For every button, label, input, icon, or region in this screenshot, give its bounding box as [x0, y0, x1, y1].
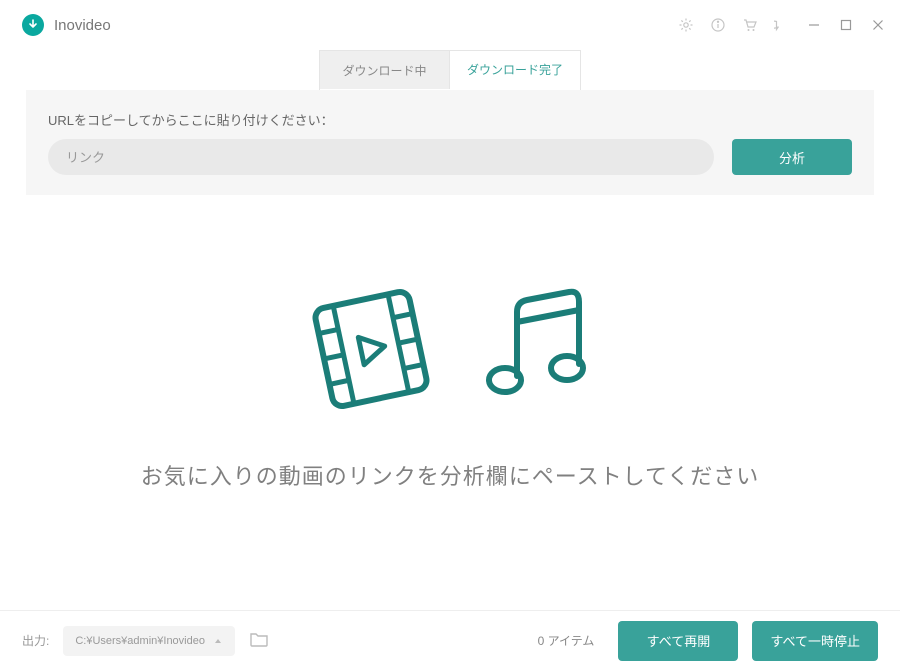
output-path-selector[interactable]: C:¥Users¥admin¥Inovideo: [63, 626, 235, 656]
resume-all-button[interactable]: すべて再開: [618, 621, 738, 661]
url-panel: URLをコピーしてからここに貼り付けください： 分析: [26, 90, 874, 195]
tab-completed[interactable]: ダウンロード完了: [450, 51, 580, 89]
minimize-button[interactable]: [806, 17, 822, 33]
cart-icon[interactable]: [742, 17, 758, 33]
item-count: 0 アイテム: [538, 632, 595, 649]
music-note-icon: [469, 284, 599, 414]
pause-all-button[interactable]: すべて一時停止: [752, 621, 878, 661]
chat-icon[interactable]: [774, 17, 790, 33]
app-title: Inovideo: [54, 17, 111, 34]
close-button[interactable]: [870, 17, 886, 33]
gear-icon[interactable]: [678, 17, 694, 33]
empty-message: お気に入りの動画のリンクを分析欄にペーストしてください: [141, 459, 760, 491]
app-logo: [22, 14, 44, 36]
caret-up-icon: [213, 636, 223, 646]
url-label: URLをコピーしてからここに貼り付けください：: [48, 110, 852, 129]
empty-illustration: [301, 279, 599, 419]
output-path: C:¥Users¥admin¥Inovideo: [75, 635, 205, 647]
film-icon: [301, 279, 441, 419]
open-folder-button[interactable]: [249, 630, 269, 651]
output-label: 出力:: [22, 632, 49, 649]
url-input[interactable]: [48, 139, 714, 175]
tab-downloading[interactable]: ダウンロード中: [320, 51, 450, 89]
tabs: ダウンロード中 ダウンロード完了: [0, 50, 900, 90]
analyze-button[interactable]: 分析: [732, 139, 852, 175]
titlebar: Inovideo: [0, 0, 900, 50]
footer: 出力: C:¥Users¥admin¥Inovideo 0 アイテム すべて再開…: [0, 610, 900, 670]
empty-state: お気に入りの動画のリンクを分析欄にペーストしてください: [0, 195, 900, 575]
maximize-button[interactable]: [838, 17, 854, 33]
info-icon[interactable]: [710, 17, 726, 33]
